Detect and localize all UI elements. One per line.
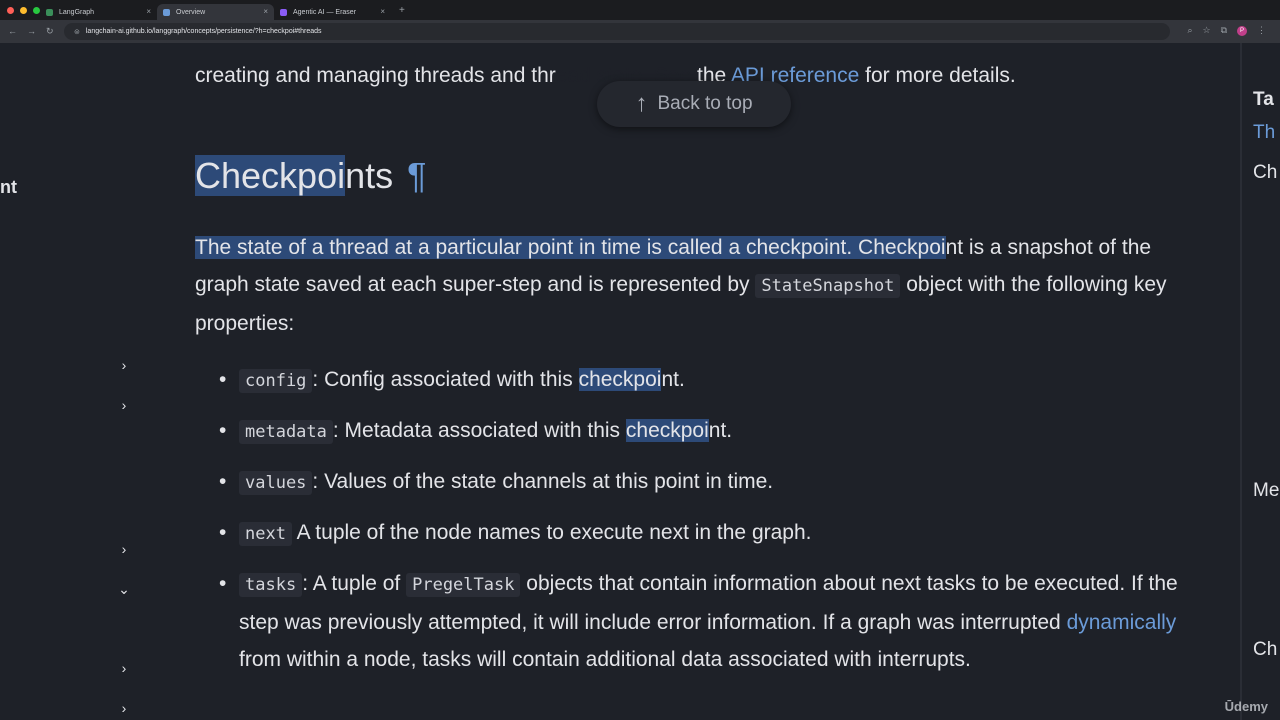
toc-title-fragment: Ta	[1253, 89, 1274, 110]
item-text: : A tuple of	[302, 572, 407, 595]
forward-arrow-icon[interactable]: →	[27, 26, 36, 37]
close-window-icon[interactable]	[7, 6, 14, 14]
highlighted-sentence: The state of a thread at a particular po…	[195, 236, 946, 259]
window-controls[interactable]	[0, 6, 40, 14]
back-to-top-button[interactable]: ↑ Back to top	[597, 81, 791, 127]
list-item: metadata: Metadata associated with this …	[219, 412, 1189, 451]
checkpoint-description: The state of a thread at a particular po…	[195, 229, 1185, 342]
tab-label: LangGraph	[59, 8, 95, 16]
chevron-right-icon[interactable]: ›	[116, 660, 132, 676]
checkpoints-heading: Checkpoints ¶	[195, 155, 426, 197]
item-text: : Values of the state channels at this p…	[312, 470, 774, 493]
search-highlight: checkpoi	[578, 368, 662, 391]
close-tab-icon[interactable]: ×	[263, 7, 268, 16]
address-bar-row: ← → ↻ ⊜ langchain-ai.github.io/langgraph…	[0, 20, 1280, 43]
chevron-right-icon[interactable]: ›	[116, 700, 132, 716]
metadata-code: metadata	[239, 420, 333, 444]
item-text: : Metadata associated with this	[332, 419, 626, 442]
next-code: next	[239, 522, 292, 546]
values-code: values	[239, 471, 313, 495]
item-text: nt.	[661, 368, 685, 391]
docs-page: nt › › › ⌄ › › Ta Th Ch Me Ch creating a…	[0, 43, 1280, 720]
tasks-code: tasks	[239, 573, 303, 597]
left-nav-fragment[interactable]: nt	[0, 177, 17, 198]
intro-text: creating and managing threads and thr	[195, 64, 556, 87]
dynamically-link[interactable]: dynamically	[1067, 611, 1177, 634]
pregel-task-code: PregelTask	[406, 573, 521, 597]
maximize-window-icon[interactable]	[33, 6, 40, 14]
profile-avatar[interactable]: P	[1237, 25, 1247, 36]
chevron-right-icon[interactable]: ›	[116, 541, 132, 557]
chevron-right-icon[interactable]: ›	[116, 397, 132, 413]
heading-rest: nts	[345, 155, 394, 196]
back-to-top-label: Back to top	[657, 93, 753, 114]
tab-label: Agentic AI — Eraser	[293, 8, 357, 16]
toc-item-threads-fragment[interactable]: Th	[1253, 122, 1275, 144]
udemy-watermark: Ūdemy	[1224, 699, 1268, 714]
properties-list: config: Config associated with this chec…	[219, 361, 1189, 690]
tab-langgraph[interactable]: LangGraph ×	[40, 4, 157, 20]
toc-rail	[1240, 43, 1242, 720]
toc-item-fragment[interactable]: Ch	[1253, 639, 1277, 661]
extensions-icon[interactable]: ⧉	[1221, 25, 1227, 36]
permalink-anchor[interactable]: ¶	[407, 155, 426, 196]
zoom-icon[interactable]: ⌕	[1187, 25, 1192, 36]
overview-favicon-icon	[163, 8, 170, 16]
search-highlight: checkpoi	[625, 419, 709, 442]
tab-eraser[interactable]: Agentic AI — Eraser ×	[274, 4, 391, 20]
back-arrow-icon[interactable]: ←	[8, 26, 17, 37]
item-text: nt.	[708, 419, 733, 442]
site-info-icon[interactable]: ⊜	[74, 28, 80, 36]
state-snapshot-code: StateSnapshot	[755, 274, 901, 298]
list-item: next A tuple of the node names to execut…	[219, 514, 1189, 553]
langgraph-favicon-icon	[46, 8, 53, 16]
url-field[interactable]: ⊜ langchain-ai.github.io/langgraph/conce…	[64, 23, 1170, 40]
chevron-right-icon[interactable]: ›	[116, 357, 132, 373]
list-item: tasks: A tuple of PregelTask objects tha…	[219, 565, 1189, 678]
heading-highlight: Checkpoi	[195, 155, 346, 196]
item-text: from within a node, tasks will contain a…	[239, 648, 971, 671]
close-tab-icon[interactable]: ×	[380, 7, 385, 16]
reload-icon[interactable]: ↻	[46, 26, 54, 37]
item-text: : Config associated with this	[312, 368, 579, 391]
intro-end: for more details.	[859, 64, 1016, 87]
menu-dots-icon[interactable]: ⋮	[1257, 25, 1266, 36]
url-text: langchain-ai.github.io/langgraph/concept…	[85, 28, 322, 35]
minimize-window-icon[interactable]	[20, 6, 27, 14]
tab-overview[interactable]: Overview ×	[157, 4, 274, 20]
list-item: values: Values of the state channels at …	[219, 463, 1189, 502]
tab-bar: LangGraph × Overview × Agentic AI — Eras…	[0, 0, 1280, 20]
list-item: config: Config associated with this chec…	[219, 361, 1189, 400]
config-code: config	[239, 369, 313, 393]
arrow-up-icon: ↑	[635, 90, 648, 117]
bookmark-star-icon[interactable]: ☆	[1202, 25, 1210, 36]
close-tab-icon[interactable]: ×	[146, 7, 151, 16]
chevron-down-icon[interactable]: ⌄	[116, 581, 132, 598]
toc-item-memory-fragment[interactable]: Me	[1253, 480, 1279, 502]
item-text: A tuple of the node names to execute nex…	[291, 521, 812, 544]
toc-item-checkpoints-fragment[interactable]: Ch	[1253, 162, 1277, 184]
intro-line: creating and managing threads and thread…	[195, 64, 1016, 88]
new-tab-icon[interactable]: +	[399, 5, 405, 16]
tab-label: Overview	[176, 8, 206, 16]
eraser-favicon-icon	[280, 8, 287, 16]
